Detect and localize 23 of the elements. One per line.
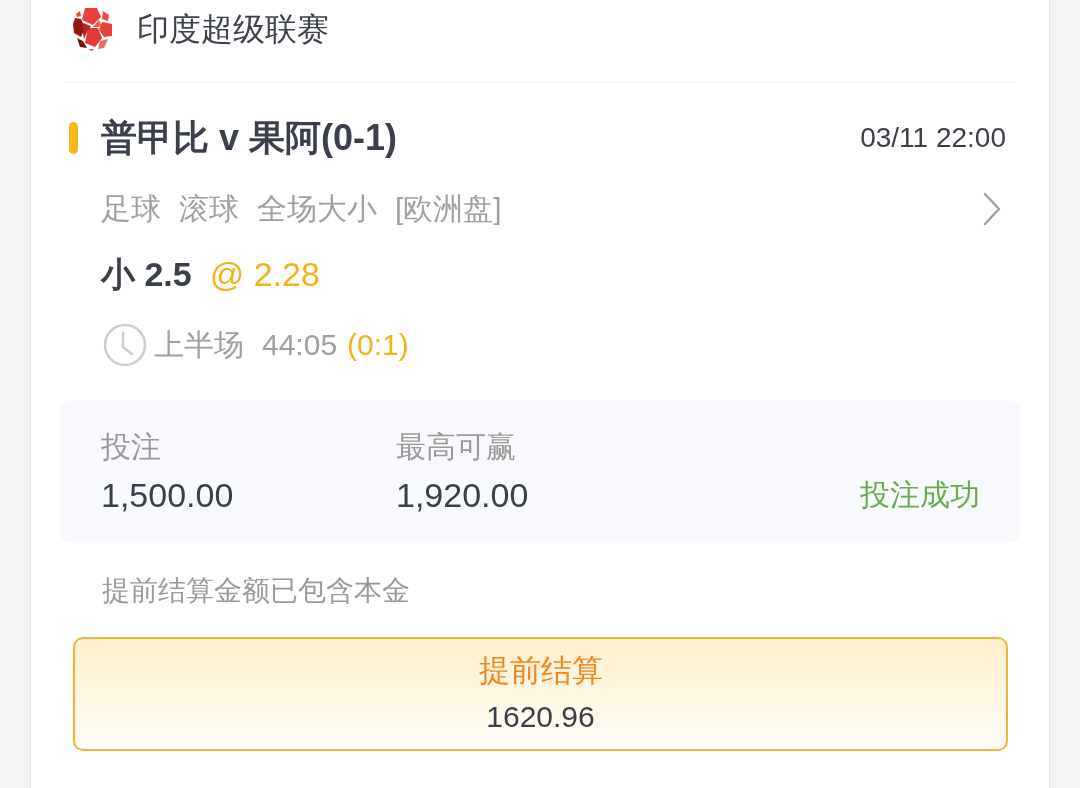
market-tag: [欧洲盘] <box>395 189 502 229</box>
selection-text: 小 2.5 <box>101 254 192 295</box>
league-name: 印度超级联赛 <box>137 10 329 49</box>
odds-text: @ 2.28 <box>209 254 320 295</box>
field-value: 1,920.00 <box>396 475 529 516</box>
cashout-note: 提前结算金额已包含本金 <box>102 574 410 608</box>
bet-status: 投注成功 <box>860 477 980 513</box>
match-time: 03/11 22:00 <box>860 121 1006 155</box>
clock-icon <box>103 323 147 367</box>
field-value: 1,500.00 <box>101 475 234 516</box>
match-clock: 44:05 <box>262 327 338 363</box>
period-text: 上半场 <box>154 327 244 363</box>
market-tag: 滚球 <box>179 189 239 229</box>
field-label: 投注 <box>101 429 161 465</box>
market-tag: 全场大小 <box>257 189 377 229</box>
cashout-button[interactable]: 提前结算 1620.96 <box>73 637 1008 751</box>
accent-bar <box>69 122 78 154</box>
field-label: 最高可赢 <box>396 429 516 465</box>
match-title: 普甲比 v 果阿(0-1) <box>101 116 398 160</box>
chevron-right-icon[interactable] <box>983 192 1001 226</box>
live-score: (0:1) <box>347 327 409 363</box>
market-tag: 足球 <box>101 189 161 229</box>
league-logo <box>71 6 115 52</box>
